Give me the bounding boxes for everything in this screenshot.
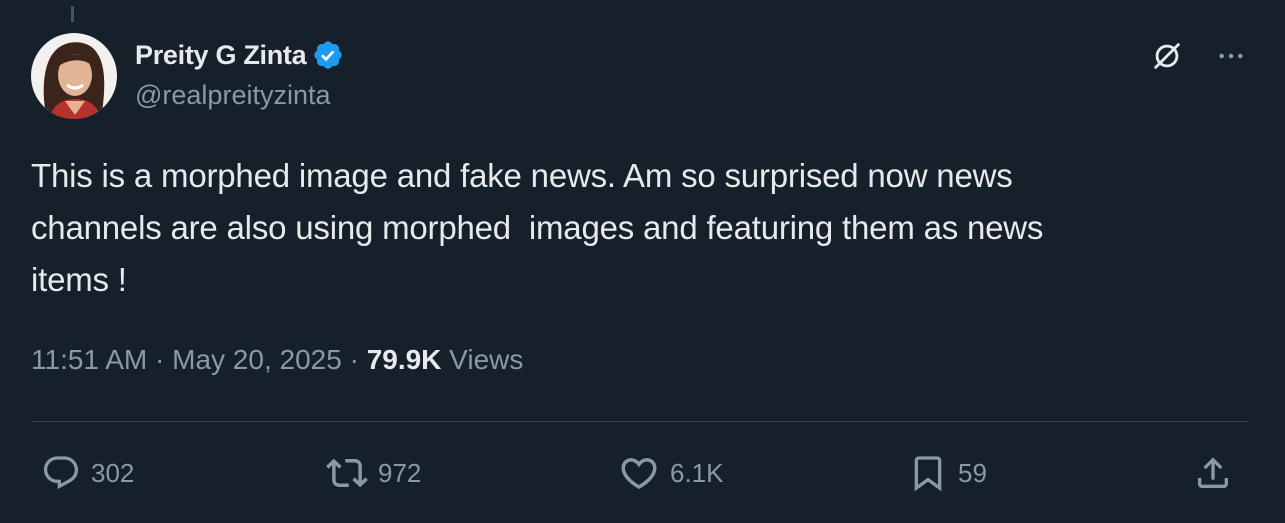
- views-count: 79.9K: [366, 344, 442, 375]
- share-upload-icon: [1198, 457, 1228, 488]
- reply-count: 302: [91, 457, 135, 488]
- heart-icon: [621, 458, 657, 490]
- tweet-action-bar: 302 972 6.1K 59: [31, 448, 1249, 498]
- more-dots-icon[interactable]: [1211, 36, 1251, 76]
- speech-bubble-icon: [43, 456, 79, 490]
- share-button[interactable]: [1193, 448, 1233, 498]
- meta-separator: ·: [147, 344, 173, 375]
- grok-icon[interactable]: [1147, 36, 1187, 76]
- thread-connector-line: [71, 6, 74, 22]
- avatar[interactable]: [31, 33, 117, 119]
- repost-arrows-icon: [326, 458, 368, 488]
- tweet-date[interactable]: May 20, 2025: [172, 344, 342, 376]
- author-name-row: Preity G Zinta: [135, 38, 344, 72]
- tweet-text: This is a morphed image and fake news. A…: [31, 157, 1044, 298]
- author-handle[interactable]: @realpreityzinta: [135, 80, 331, 111]
- tweet-top-actions: [1147, 36, 1251, 76]
- meta-separator: ·: [341, 344, 367, 375]
- tweet-time[interactable]: 11:51 AM: [31, 344, 147, 376]
- views-label: Views: [441, 344, 524, 375]
- divider: [31, 421, 1249, 422]
- repost-button[interactable]: 972: [326, 448, 421, 498]
- bookmark-icon: [914, 456, 942, 492]
- reply-button[interactable]: 302: [41, 448, 134, 498]
- bookmark-count: 59: [958, 457, 987, 488]
- like-button[interactable]: 6.1K: [618, 448, 724, 498]
- avatar-image: [31, 33, 117, 119]
- author-display-name[interactable]: Preity G Zinta: [135, 40, 307, 71]
- like-count: 6.1K: [670, 457, 724, 488]
- repost-count: 972: [378, 457, 422, 488]
- bookmark-button[interactable]: 59: [908, 448, 987, 498]
- verified-badge-icon: [314, 41, 343, 69]
- tweet-meta: 11:51 AM · May 20, 2025 · 79.9K Views: [31, 344, 523, 376]
